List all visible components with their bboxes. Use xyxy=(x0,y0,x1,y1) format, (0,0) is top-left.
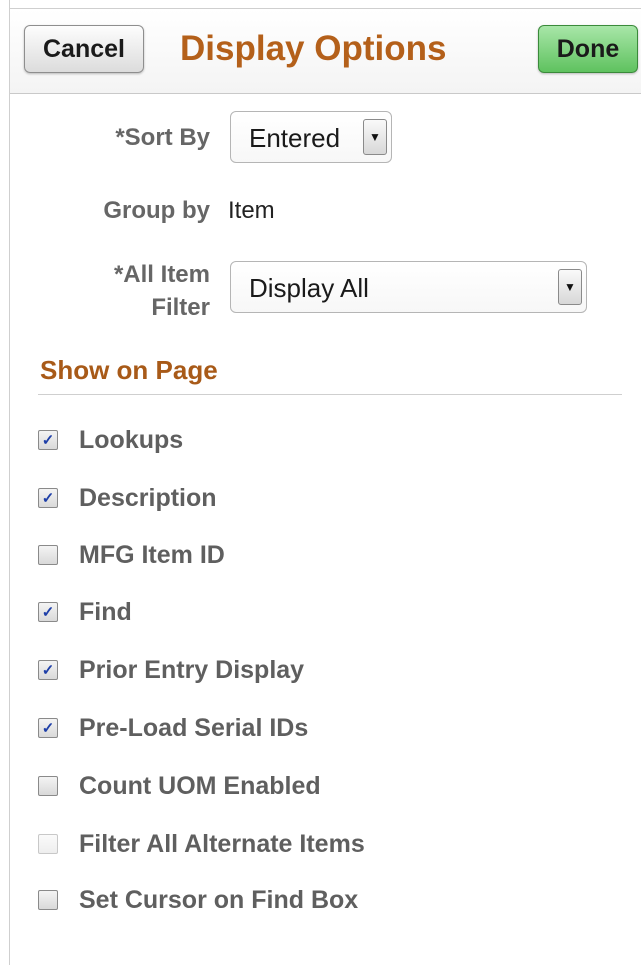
option-label: Filter All Alternate Items xyxy=(79,829,365,858)
checkbox[interactable]: ✓ xyxy=(38,718,58,738)
option-label: Pre-Load Serial IDs xyxy=(79,713,309,742)
checkbox[interactable]: ✓ xyxy=(38,488,58,508)
left-border xyxy=(9,0,10,965)
group-by-label: Group by xyxy=(103,197,210,224)
option-set-cursor-on-find-box[interactable]: Set Cursor on Find Box xyxy=(38,884,358,916)
header-bar: Cancel Display Options Done xyxy=(10,9,641,94)
sort-by-value: Entered xyxy=(249,123,341,153)
option-description[interactable]: ✓ Description xyxy=(38,482,217,514)
section-divider xyxy=(38,394,622,395)
checkbox[interactable] xyxy=(38,545,58,565)
checkbox[interactable]: ✓ xyxy=(38,660,58,680)
checkbox xyxy=(38,834,58,854)
option-mfg-item-id[interactable]: MFG Item ID xyxy=(38,539,225,571)
page-title: Display Options xyxy=(180,29,447,68)
all-item-filter-label-line2: Filter xyxy=(151,294,210,321)
option-label: Count UOM Enabled xyxy=(79,771,321,800)
show-on-page-heading: Show on Page xyxy=(40,355,218,385)
option-lookups[interactable]: ✓ Lookups xyxy=(38,424,183,456)
option-find[interactable]: ✓ Find xyxy=(38,596,132,628)
checkbox[interactable] xyxy=(38,890,58,910)
all-item-filter-select[interactable]: Display All ▼ xyxy=(230,261,587,313)
option-label: Find xyxy=(79,597,132,626)
option-filter-all-alternate-items[interactable]: Filter All Alternate Items xyxy=(38,828,365,860)
done-button[interactable]: Done xyxy=(538,25,638,73)
display-options-panel: Cancel Display Options Done *Sort By Ent… xyxy=(0,0,641,965)
checkbox[interactable]: ✓ xyxy=(38,602,58,622)
cancel-button[interactable]: Cancel xyxy=(24,25,144,73)
option-pre-load-serial-ids[interactable]: ✓ Pre-Load Serial IDs xyxy=(38,712,308,744)
checkbox[interactable]: ✓ xyxy=(38,430,58,450)
sort-by-label: *Sort By xyxy=(115,124,210,151)
all-item-filter-value: Display All xyxy=(249,273,369,303)
option-label: Description xyxy=(79,483,217,512)
checkbox[interactable] xyxy=(38,776,58,796)
option-count-uom-enabled[interactable]: Count UOM Enabled xyxy=(38,770,321,802)
all-item-filter-label-line1: *All Item xyxy=(113,261,210,288)
sort-by-select[interactable]: Entered ▼ xyxy=(230,111,392,163)
group-by-value: Item xyxy=(228,197,275,224)
option-label: MFG Item ID xyxy=(79,540,225,569)
option-label: Set Cursor on Find Box xyxy=(79,885,359,914)
option-label: Lookups xyxy=(79,425,184,454)
chevron-down-icon[interactable]: ▼ xyxy=(558,269,582,305)
chevron-down-icon[interactable]: ▼ xyxy=(363,119,387,155)
option-prior-entry-display[interactable]: ✓ Prior Entry Display xyxy=(38,654,304,686)
option-label: Prior Entry Display xyxy=(79,655,305,684)
all-item-filter-label: *All Item Filter xyxy=(60,258,210,324)
